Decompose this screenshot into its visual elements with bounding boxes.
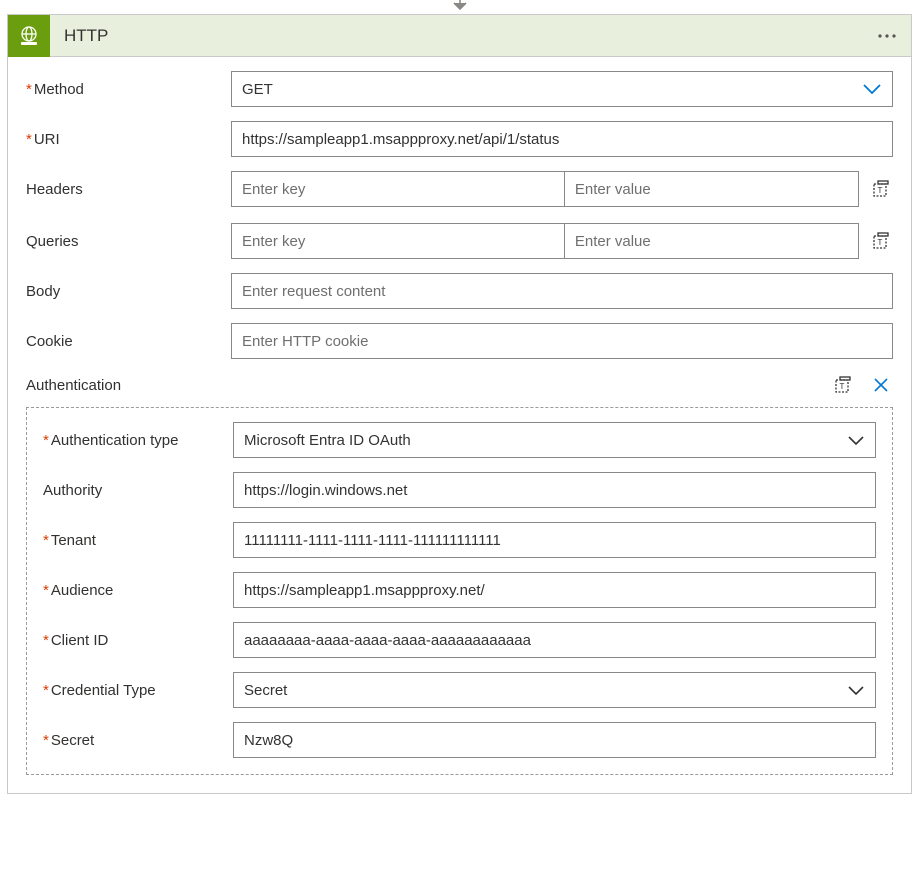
cookie-input[interactable] — [231, 323, 893, 359]
cookie-label: Cookie — [26, 333, 231, 350]
clientid-label: *Client ID — [43, 632, 233, 649]
audience-input[interactable] — [233, 572, 876, 608]
row-credtype: *Credential Type Secret — [43, 672, 876, 708]
row-headers: Headers T — [26, 171, 893, 207]
uri-label: *URI — [26, 131, 231, 148]
row-audience: *Audience — [43, 572, 876, 608]
chevron-down-icon — [845, 435, 865, 446]
auth-remove-button[interactable] — [869, 373, 893, 397]
body-input[interactable] — [231, 273, 893, 309]
svg-text:T: T — [840, 382, 845, 391]
arrow-down-icon — [451, 0, 469, 12]
auth-type-select[interactable]: Microsoft Entra ID OAuth — [233, 422, 876, 458]
card-title: HTTP — [50, 26, 108, 46]
queries-value-input[interactable] — [564, 223, 859, 259]
queries-key-input[interactable] — [231, 223, 564, 259]
connector-arrow — [0, 0, 919, 14]
row-body: Body — [26, 273, 893, 309]
authentication-panel: *Authentication type Microsoft Entra ID … — [26, 407, 893, 775]
row-uri: *URI — [26, 121, 893, 157]
dynamic-content-icon: T — [834, 376, 852, 394]
auth-type-label: *Authentication type — [43, 432, 233, 449]
tenant-label: *Tenant — [43, 532, 233, 549]
auth-dynamic-content-button[interactable]: T — [831, 373, 855, 397]
authority-input[interactable] — [233, 472, 876, 508]
row-cookie: Cookie — [26, 323, 893, 359]
headers-value-input[interactable] — [564, 171, 859, 207]
secret-input[interactable] — [233, 722, 876, 758]
close-icon — [873, 377, 889, 393]
uri-input[interactable] — [231, 121, 893, 157]
http-connector-icon — [8, 15, 50, 57]
row-method: *Method GET — [26, 71, 893, 107]
secret-label: *Secret — [43, 732, 233, 749]
body-label: Body — [26, 283, 231, 300]
tenant-input[interactable] — [233, 522, 876, 558]
card-body: *Method GET *URI Headers — [8, 57, 911, 793]
authentication-section-header: Authentication T — [26, 373, 893, 397]
audience-label: *Audience — [43, 582, 233, 599]
queries-label: Queries — [26, 233, 231, 250]
row-secret: *Secret — [43, 722, 876, 758]
http-action-card: HTTP *Method GET *URI — [7, 14, 912, 794]
row-clientid: *Client ID — [43, 622, 876, 658]
clientid-input[interactable] — [233, 622, 876, 658]
method-select[interactable]: GET — [231, 71, 893, 107]
svg-text:T: T — [878, 186, 883, 195]
card-header: HTTP — [8, 15, 911, 57]
authentication-label: Authentication — [26, 377, 831, 394]
authority-label: Authority — [43, 482, 233, 499]
card-more-menu[interactable] — [863, 15, 911, 56]
chevron-down-icon — [845, 685, 865, 696]
chevron-down-icon — [862, 83, 882, 95]
row-queries: Queries T — [26, 223, 893, 259]
more-icon — [877, 33, 897, 39]
headers-dynamic-content-button[interactable]: T — [869, 177, 893, 201]
globe-icon — [18, 25, 40, 47]
method-label: *Method — [26, 81, 231, 98]
dynamic-content-icon: T — [872, 232, 890, 250]
row-authority: Authority — [43, 472, 876, 508]
headers-key-input[interactable] — [231, 171, 564, 207]
row-tenant: *Tenant — [43, 522, 876, 558]
queries-dynamic-content-button[interactable]: T — [869, 229, 893, 253]
svg-text:T: T — [878, 238, 883, 247]
credtype-label: *Credential Type — [43, 682, 233, 699]
row-auth-type: *Authentication type Microsoft Entra ID … — [43, 422, 876, 458]
dynamic-content-icon: T — [872, 180, 890, 198]
credtype-select[interactable]: Secret — [233, 672, 876, 708]
headers-label: Headers — [26, 181, 231, 198]
